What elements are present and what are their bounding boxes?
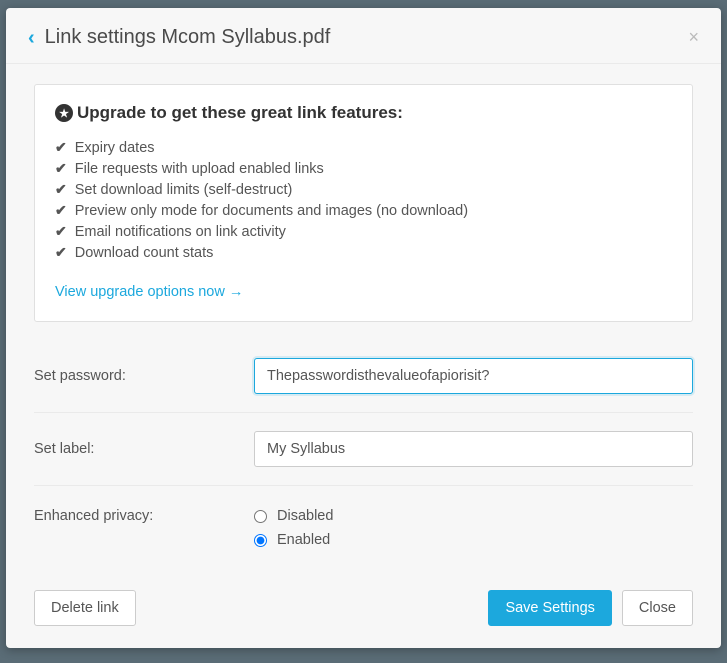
password-label: Set password: <box>34 368 254 384</box>
password-row: Set password: <box>34 340 693 413</box>
check-icon: ✔ <box>55 223 67 240</box>
upgrade-heading-text: Upgrade to get these great link features… <box>77 103 403 123</box>
star-icon: ★ <box>55 104 73 122</box>
modal-body: ★ Upgrade to get these great link featur… <box>6 64 721 572</box>
privacy-disabled-radio[interactable] <box>254 510 267 523</box>
privacy-disabled-option[interactable]: Disabled <box>254 508 693 524</box>
feature-item: ✔ Email notifications on link activity <box>55 221 672 242</box>
label-input-wrap <box>254 431 693 467</box>
arrow-right-icon: → <box>229 284 244 300</box>
feature-text: Download count stats <box>75 245 214 261</box>
check-icon: ✔ <box>55 181 67 198</box>
password-input[interactable] <box>254 358 693 394</box>
feature-text: Email notifications on link activity <box>75 224 286 240</box>
modal-footer: Delete link Save Settings Close <box>6 572 721 648</box>
feature-text: Expiry dates <box>75 140 155 156</box>
feature-text: Set download limits (self-destruct) <box>75 182 293 198</box>
check-icon: ✔ <box>55 160 67 177</box>
back-chevron-icon[interactable]: ‹ <box>28 28 35 48</box>
feature-item: ✔ Set download limits (self-destruct) <box>55 179 672 200</box>
feature-text: Preview only mode for documents and imag… <box>75 203 468 219</box>
privacy-radio-group: Disabled Enabled <box>254 508 693 548</box>
save-settings-button[interactable]: Save Settings <box>488 590 611 626</box>
label-row: Set label: <box>34 413 693 486</box>
modal-title: Link settings Mcom Syllabus.pdf <box>45 26 689 49</box>
upgrade-link[interactable]: View upgrade options now → <box>55 284 243 300</box>
privacy-label: Enhanced privacy: <box>34 508 254 524</box>
upgrade-panel: ★ Upgrade to get these great link featur… <box>34 84 693 322</box>
privacy-row: Enhanced privacy: Disabled Enabled <box>34 486 693 566</box>
feature-item: ✔ Download count stats <box>55 242 672 263</box>
feature-list: ✔ Expiry dates ✔ File requests with upload… <box>55 137 672 263</box>
modal-header: ‹ Link settings Mcom Syllabus.pdf × <box>6 8 721 64</box>
check-icon: ✔ <box>55 244 67 261</box>
check-icon: ✔ <box>55 202 67 219</box>
privacy-disabled-text: Disabled <box>277 508 333 524</box>
feature-text: File requests with upload enabled links <box>75 161 324 177</box>
label-label: Set label: <box>34 441 254 457</box>
privacy-enabled-radio[interactable] <box>254 534 267 547</box>
upgrade-heading: ★ Upgrade to get these great link featur… <box>55 103 672 123</box>
upgrade-link-text: View upgrade options now <box>55 284 225 300</box>
feature-item: ✔ Expiry dates <box>55 137 672 158</box>
privacy-enabled-text: Enabled <box>277 532 330 548</box>
delete-link-button[interactable]: Delete link <box>34 590 136 626</box>
close-icon[interactable]: × <box>688 27 699 48</box>
close-button[interactable]: Close <box>622 590 693 626</box>
privacy-enabled-option[interactable]: Enabled <box>254 532 693 548</box>
check-icon: ✔ <box>55 139 67 156</box>
feature-item: ✔ Preview only mode for documents and ima… <box>55 200 672 221</box>
link-settings-modal: ‹ Link settings Mcom Syllabus.pdf × ★ Up… <box>6 8 721 648</box>
label-input[interactable] <box>254 431 693 467</box>
password-input-wrap <box>254 358 693 394</box>
feature-item: ✔ File requests with upload enabled links <box>55 158 672 179</box>
